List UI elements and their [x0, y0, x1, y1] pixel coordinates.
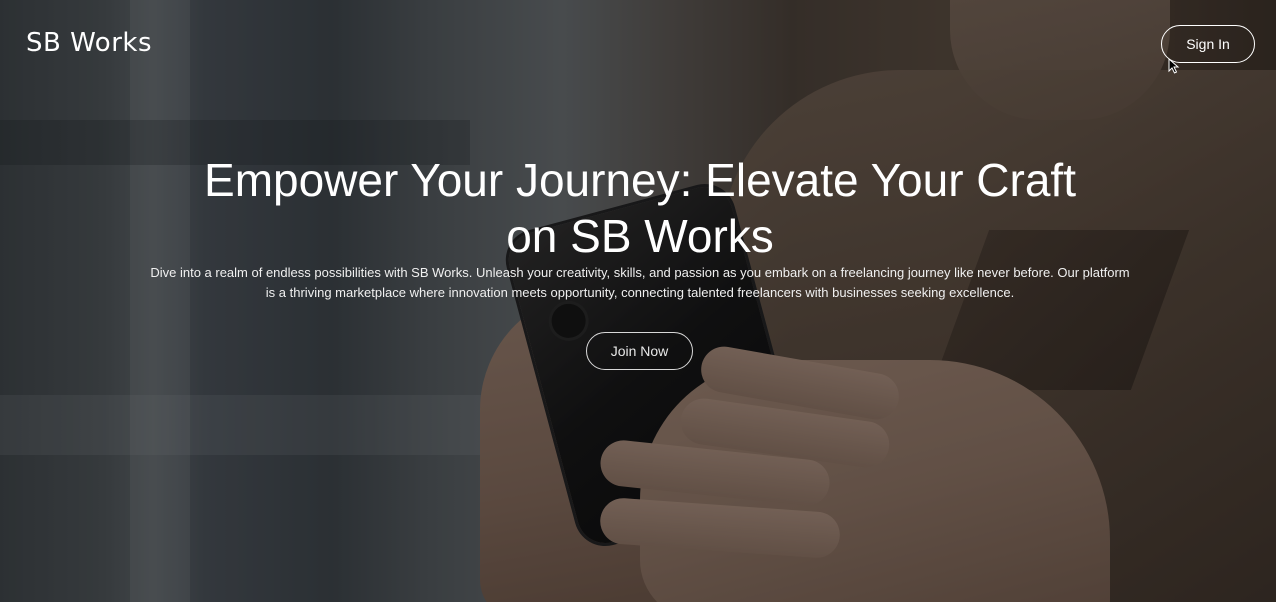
mouse-pointer-icon — [1168, 58, 1180, 74]
join-now-button[interactable]: Join Now — [586, 332, 693, 370]
site-logo[interactable]: SB Works — [26, 28, 152, 58]
hero-title: Empower Your Journey: Elevate Your Craft… — [204, 154, 1076, 262]
hero-description: Dive into a realm of endless possibiliti… — [150, 265, 1130, 300]
